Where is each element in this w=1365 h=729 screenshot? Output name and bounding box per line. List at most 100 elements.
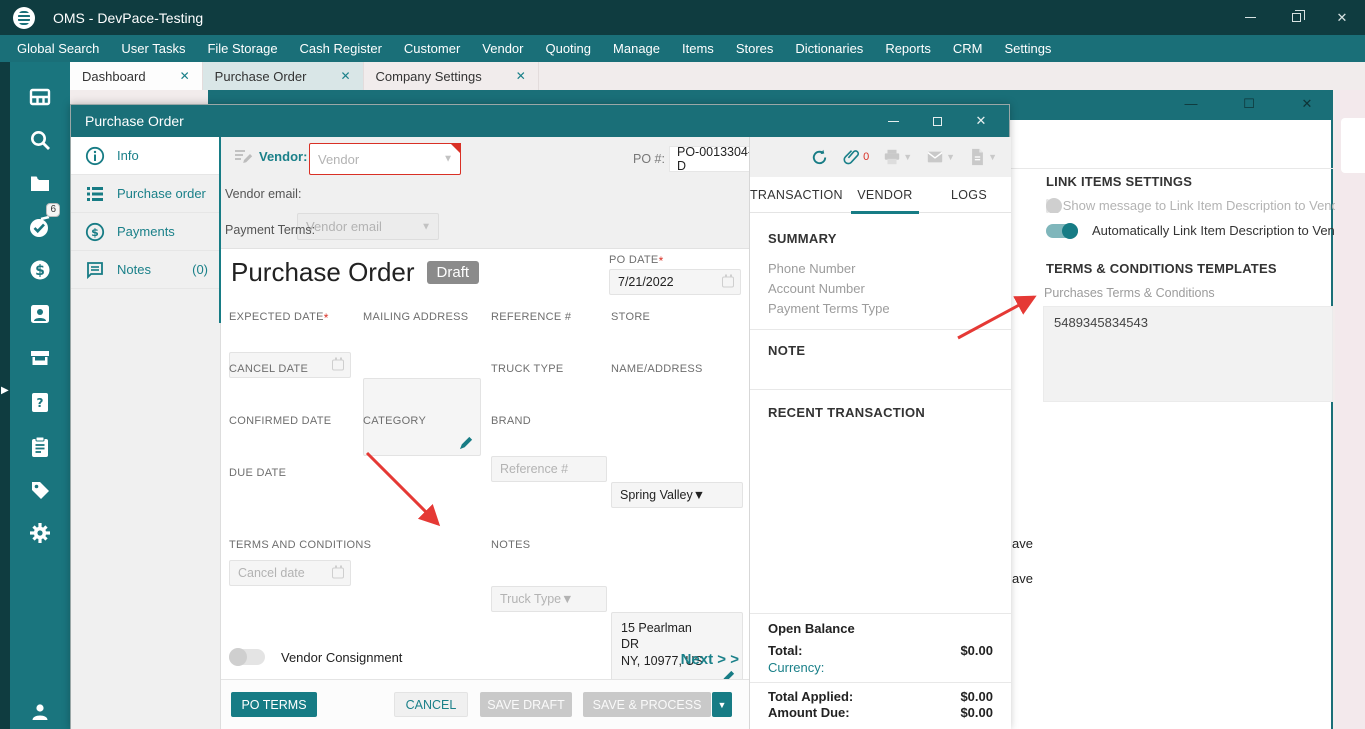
menu-quoting[interactable]: Quoting	[534, 41, 602, 56]
main-menu-bar: Global Search User Tasks File Storage Ca…	[0, 35, 1365, 62]
vendor-side-panel: 0 ▼ ▼ ▼ TRANSACTION VENDOR LOGS SUMMARY …	[749, 137, 1011, 729]
vendor-combobox[interactable]: Vendor ▼	[309, 143, 461, 175]
total-applied-value: $0.00	[960, 689, 993, 704]
tab-purchase-order[interactable]: Purchase Order ✕	[202, 62, 364, 90]
truck-type-select[interactable]: Truck Type ▼	[491, 586, 607, 612]
po-footer: PO TERMS CANCEL SAVE DRAFT SAVE & PROCES…	[221, 679, 749, 729]
tasks-badge: 6	[46, 203, 60, 217]
panel-expander-icon[interactable]: ▶	[1, 385, 9, 396]
next-link[interactable]: Next > >	[681, 651, 739, 668]
refresh-icon[interactable]	[810, 148, 829, 167]
menu-stores[interactable]: Stores	[725, 41, 785, 56]
vendor-email-combobox[interactable]: Vendor email ▼	[297, 213, 439, 240]
vendor-consignment-toggle[interactable]	[229, 648, 265, 666]
money-icon[interactable]: $	[28, 258, 52, 282]
save-process-button[interactable]: SAVE & PROCESS	[583, 692, 711, 717]
calendar-icon	[332, 357, 344, 371]
folder-icon[interactable]	[28, 172, 52, 196]
menu-vendor[interactable]: Vendor	[471, 41, 534, 56]
po-date-input[interactable]: 7/21/2022	[609, 269, 741, 295]
total-label: Total:	[768, 643, 803, 658]
tab-company-settings[interactable]: Company Settings ✕	[364, 62, 539, 90]
cancel-button[interactable]: CANCEL	[394, 692, 468, 717]
modal-minimize-button[interactable]	[871, 105, 915, 137]
tab-close-icon[interactable]: ✕	[516, 69, 526, 83]
window-restore-button[interactable]	[1273, 0, 1319, 35]
expected-date-label: EXPECTED DATE*	[229, 311, 329, 325]
nav-item-notes[interactable]: Notes (0)	[71, 251, 220, 289]
recent-transaction-title: RECENT TRANSACTION	[768, 405, 926, 420]
clipboard-icon[interactable]	[28, 435, 52, 459]
settings-maximize-button[interactable]: ☐	[1234, 96, 1264, 112]
search-icon[interactable]	[28, 128, 52, 152]
edit-pencil-icon[interactable]	[459, 435, 474, 450]
notes-label: NOTES	[491, 539, 531, 551]
tab-close-icon[interactable]: ✕	[340, 69, 350, 83]
currency-link[interactable]: Currency:	[768, 660, 824, 675]
name-address-label: NAME/ADDRESS	[611, 363, 703, 375]
show-message-toggle[interactable]	[1046, 198, 1062, 213]
tab-close-icon[interactable]: ✕	[180, 69, 190, 83]
purchases-terms-textarea[interactable]: 5489345834543	[1043, 306, 1333, 402]
document-icon[interactable]	[969, 148, 986, 166]
vendor-email-placeholder: Vendor email	[306, 219, 382, 234]
menu-cash-register[interactable]: Cash Register	[289, 41, 393, 56]
tab-logs[interactable]: LOGS	[927, 177, 1011, 212]
settings-close-button[interactable]: ✕	[1292, 96, 1322, 112]
menu-file-storage[interactable]: File Storage	[196, 41, 288, 56]
template-name-label: Purchases Terms & Conditions	[1044, 286, 1215, 300]
auto-link-toggle[interactable]	[1046, 222, 1078, 239]
tab-transaction[interactable]: TRANSACTION	[750, 177, 843, 212]
window-close-button[interactable]: ✕	[1319, 0, 1365, 35]
payment-terms-label: Payment Terms:	[225, 223, 316, 237]
application-window: OMS - DevPace-Testing ✕ Global Search Us…	[0, 0, 1365, 729]
po-number-input[interactable]: PO-0013304-D	[669, 145, 761, 173]
user-icon[interactable]	[28, 700, 52, 724]
nav-item-payments[interactable]: $ Payments	[71, 213, 220, 251]
svg-text:$: $	[91, 226, 99, 239]
vendor-consignment-label: Vendor Consignment	[281, 649, 403, 665]
tab-vendor[interactable]: VENDOR	[843, 177, 927, 214]
modal-maximize-button[interactable]	[915, 105, 959, 137]
clipped-save-text[interactable]: ave	[1012, 536, 1033, 551]
menu-customer[interactable]: Customer	[393, 41, 471, 56]
reference-input[interactable]: Reference #	[491, 456, 607, 482]
clipped-save-text[interactable]: ave	[1012, 571, 1033, 586]
total-applied-label: Total Applied:	[768, 689, 854, 704]
menu-dictionaries[interactable]: Dictionaries	[784, 41, 874, 56]
help-clipboard-icon[interactable]: ?	[28, 390, 52, 414]
cancel-date-input[interactable]: Cancel date	[229, 560, 351, 586]
nav-item-purchase-order[interactable]: Purchase order	[71, 175, 220, 213]
tag-icon[interactable]	[28, 478, 52, 502]
tab-dashboard[interactable]: Dashboard ✕	[70, 62, 203, 90]
po-number-label: PO #:	[633, 152, 665, 166]
store-icon[interactable]	[28, 345, 52, 369]
menu-global-search[interactable]: Global Search	[6, 41, 110, 56]
modal-close-button[interactable]: ✕	[959, 105, 1003, 137]
chevron-down-icon[interactable]: ▼	[903, 152, 912, 162]
menu-items[interactable]: Items	[671, 41, 725, 56]
po-terms-button[interactable]: PO TERMS	[231, 692, 317, 717]
chevron-down-icon[interactable]: ▼	[988, 152, 997, 162]
vendor-panel-tabs: TRANSACTION VENDOR LOGS	[750, 177, 1011, 214]
menu-reports[interactable]: Reports	[874, 41, 942, 56]
contact-card-icon[interactable]	[28, 302, 52, 326]
menu-settings[interactable]: Settings	[993, 41, 1062, 56]
save-draft-button[interactable]: SAVE DRAFT	[480, 692, 572, 717]
settings-minimize-button[interactable]: —	[1176, 96, 1206, 111]
background-window-card	[1341, 118, 1365, 173]
dashboard-icon[interactable]	[28, 85, 52, 109]
settings-gear-icon[interactable]	[28, 521, 52, 545]
menu-user-tasks[interactable]: User Tasks	[110, 41, 196, 56]
chevron-down-icon[interactable]: ▼	[946, 152, 955, 162]
menu-crm[interactable]: CRM	[942, 41, 994, 56]
summary-payment-terms: Payment Terms Type	[768, 301, 890, 316]
window-minimize-button[interactable]	[1227, 0, 1273, 35]
store-select[interactable]: Spring Valley ▼	[611, 482, 743, 508]
mail-icon[interactable]	[926, 148, 944, 166]
menu-manage[interactable]: Manage	[602, 41, 671, 56]
attachment-icon[interactable]	[843, 148, 861, 166]
save-options-caret-button[interactable]: ▼	[712, 692, 732, 717]
nav-item-info[interactable]: Info	[71, 137, 220, 175]
print-icon[interactable]	[883, 148, 901, 166]
